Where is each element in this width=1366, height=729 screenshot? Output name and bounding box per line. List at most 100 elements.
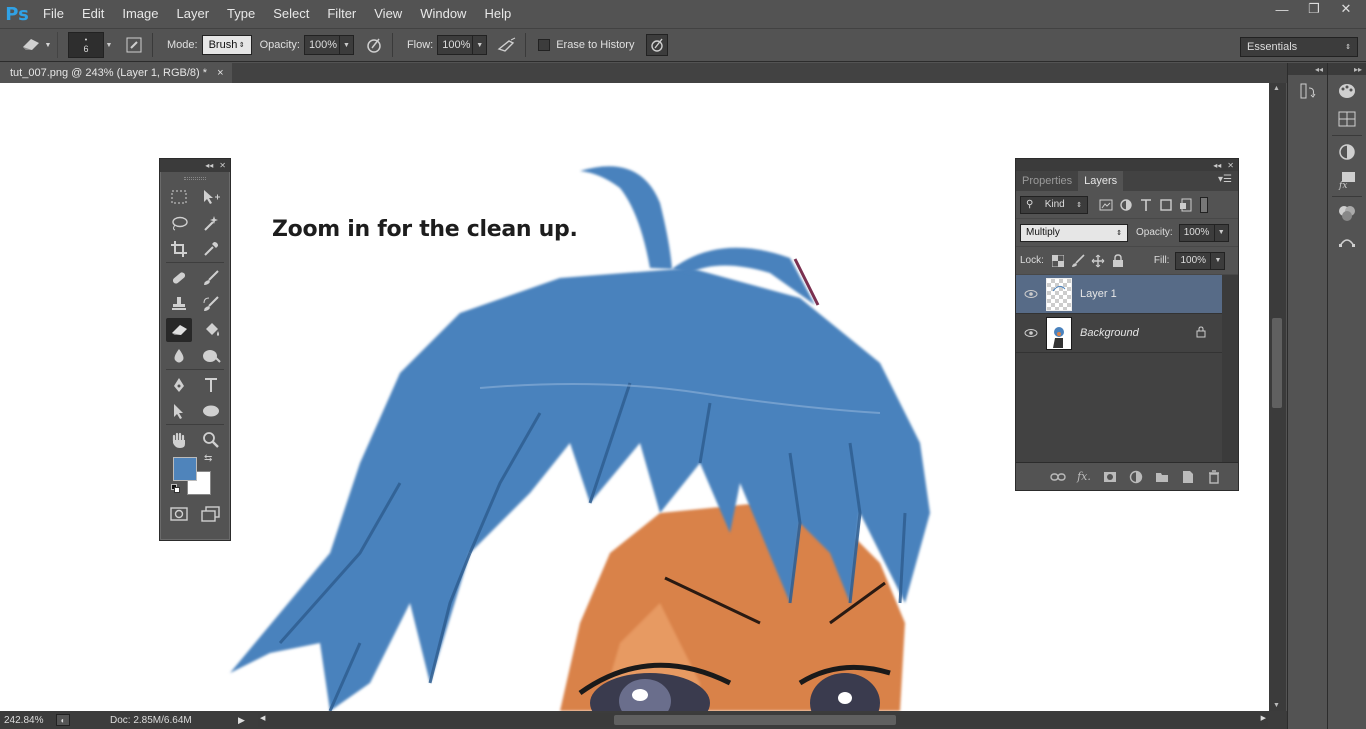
menu-edit[interactable]: Edit bbox=[73, 0, 113, 28]
panel-menu-icon[interactable]: ▾☰ bbox=[1218, 174, 1232, 185]
zoom-icon[interactable] bbox=[198, 428, 224, 452]
collapse-icon[interactable]: ◂◂ bbox=[1213, 161, 1221, 170]
history-brush-icon[interactable] bbox=[198, 292, 224, 316]
horizontal-scrollbar[interactable]: ◀ ▶ bbox=[258, 713, 1268, 727]
crop-icon[interactable] bbox=[166, 237, 192, 261]
link-layers-icon[interactable] bbox=[1050, 469, 1066, 485]
filter-type-icon[interactable] bbox=[1136, 196, 1156, 214]
layer-list-scrollbar[interactable] bbox=[1222, 275, 1238, 463]
menu-layer[interactable]: Layer bbox=[168, 0, 219, 28]
new-adjustment-layer-icon[interactable] bbox=[1128, 469, 1144, 485]
tool-preset-picker[interactable]: ▼ bbox=[14, 32, 58, 58]
filter-adjustment-icon[interactable] bbox=[1116, 196, 1136, 214]
restore-button[interactable]: ❐ bbox=[1300, 0, 1328, 18]
brush-icon[interactable] bbox=[198, 266, 224, 290]
drag-grip[interactable] bbox=[160, 172, 230, 184]
close-icon[interactable]: ✕ bbox=[1227, 161, 1234, 170]
lasso-icon[interactable] bbox=[166, 211, 192, 235]
move-icon[interactable] bbox=[198, 185, 224, 209]
flow-dropdown[interactable]: ▼ bbox=[473, 35, 488, 55]
close-tab-icon[interactable]: × bbox=[217, 67, 223, 79]
tools-panel[interactable]: ◂◂ ✕ ⇆ bbox=[159, 158, 231, 541]
brush-panel-toggle-icon[interactable] bbox=[122, 33, 146, 57]
add-mask-icon[interactable] bbox=[1102, 469, 1118, 485]
menu-help[interactable]: Help bbox=[475, 0, 520, 28]
menu-filter[interactable]: Filter bbox=[318, 0, 365, 28]
filter-shape-icon[interactable] bbox=[1156, 196, 1176, 214]
eraser-icon[interactable] bbox=[166, 318, 192, 342]
marquee-icon[interactable] bbox=[166, 185, 192, 209]
layer-opacity-dropdown[interactable]: ▼ bbox=[1214, 223, 1229, 242]
menu-type[interactable]: Type bbox=[218, 0, 264, 28]
close-button[interactable]: ✕ bbox=[1332, 0, 1360, 18]
channels-panel-icon[interactable] bbox=[1332, 201, 1362, 225]
new-group-icon[interactable] bbox=[1154, 469, 1170, 485]
eyedropper-icon[interactable] bbox=[198, 237, 224, 261]
opacity-dropdown[interactable]: ▼ bbox=[339, 35, 354, 55]
swatches-panel-icon[interactable] bbox=[1332, 107, 1362, 131]
filter-toggle-switch[interactable] bbox=[1200, 196, 1208, 213]
menu-image[interactable]: Image bbox=[113, 0, 167, 28]
dodge-icon[interactable] bbox=[198, 344, 224, 368]
paths-panel-icon[interactable] bbox=[1332, 229, 1362, 253]
ellipse-icon[interactable] bbox=[198, 399, 224, 423]
expand-dock-icon[interactable]: ◂◂ bbox=[1288, 63, 1327, 75]
screen-mode-icon[interactable] bbox=[198, 502, 224, 526]
filter-pixel-icon[interactable] bbox=[1096, 196, 1116, 214]
foreground-color-swatch[interactable] bbox=[173, 457, 197, 481]
visibility-eye-icon[interactable] bbox=[1016, 328, 1046, 338]
menu-view[interactable]: View bbox=[365, 0, 411, 28]
layer-row-background[interactable]: Background bbox=[1016, 314, 1222, 353]
new-layer-icon[interactable] bbox=[1180, 469, 1196, 485]
document-tab[interactable]: tut_007.png @ 243% (Layer 1, RGB/8) * × bbox=[0, 63, 232, 83]
collapse-icon[interactable]: ◂◂ bbox=[205, 161, 213, 170]
vertical-scroll-thumb[interactable] bbox=[1272, 318, 1282, 408]
filter-kind-select[interactable]: ⚲ Kind ⇕ bbox=[1020, 195, 1088, 214]
pen-icon[interactable] bbox=[166, 373, 192, 397]
brush-size-dropdown[interactable]: ▼ bbox=[104, 32, 114, 58]
visibility-eye-icon[interactable] bbox=[1016, 289, 1046, 299]
blend-mode-select[interactable]: Multiply ⇕ bbox=[1020, 223, 1128, 242]
pressure-size-icon[interactable] bbox=[646, 34, 669, 56]
minimize-button[interactable]: — bbox=[1268, 0, 1296, 18]
brush-size-picker[interactable]: • 6 bbox=[68, 32, 104, 58]
scroll-up-icon[interactable]: ▲ bbox=[1273, 85, 1280, 92]
add-layer-style-icon[interactable]: fx. bbox=[1076, 469, 1092, 485]
blur-icon[interactable] bbox=[166, 344, 192, 368]
menu-file[interactable]: File bbox=[34, 0, 73, 28]
lock-position-icon[interactable] bbox=[1088, 252, 1108, 270]
opacity-input[interactable]: 100% bbox=[303, 35, 340, 55]
horizontal-scroll-thumb[interactable] bbox=[614, 715, 896, 725]
default-colors-icon[interactable] bbox=[171, 484, 181, 494]
vertical-scrollbar[interactable]: ▲ ▼ bbox=[1269, 83, 1286, 711]
workspace-switcher[interactable]: Essentials ⇕ bbox=[1240, 37, 1358, 57]
layer-name[interactable]: Background bbox=[1080, 327, 1139, 339]
menu-select[interactable]: Select bbox=[264, 0, 318, 28]
path-select-icon[interactable] bbox=[166, 399, 192, 423]
delete-layer-icon[interactable] bbox=[1206, 469, 1222, 485]
menu-window[interactable]: Window bbox=[411, 0, 475, 28]
adjustments-panel-icon[interactable] bbox=[1332, 140, 1362, 164]
tools-panel-header[interactable]: ◂◂ ✕ bbox=[160, 159, 230, 172]
history-panel-icon[interactable] bbox=[1293, 79, 1323, 103]
layers-panel[interactable]: ◂◂ ✕ Properties Layers ▾☰ ⚲ Kind ⇕ Multi… bbox=[1015, 158, 1239, 491]
paint-bucket-icon[interactable] bbox=[198, 318, 224, 342]
tab-properties[interactable]: Properties bbox=[1016, 171, 1078, 191]
fill-input[interactable]: 100% bbox=[1175, 251, 1212, 270]
tab-layers[interactable]: Layers bbox=[1078, 171, 1124, 191]
styles-panel-icon[interactable]: fx bbox=[1332, 168, 1362, 192]
healing-brush-icon[interactable] bbox=[166, 266, 192, 290]
hand-icon[interactable] bbox=[166, 428, 192, 452]
scroll-right-icon[interactable]: ▶ bbox=[1261, 714, 1266, 722]
filter-smart-object-icon[interactable] bbox=[1176, 196, 1196, 214]
clone-stamp-icon[interactable] bbox=[166, 292, 192, 316]
magic-wand-icon[interactable] bbox=[198, 211, 224, 235]
swap-colors-icon[interactable]: ⇆ bbox=[204, 453, 212, 464]
lock-all-icon[interactable] bbox=[1108, 252, 1128, 270]
status-options-icon[interactable]: ◐ bbox=[56, 714, 70, 726]
mode-select[interactable]: Brush ⇕ bbox=[201, 35, 252, 55]
type-icon[interactable] bbox=[198, 373, 224, 397]
layer-name[interactable]: Layer 1 bbox=[1080, 288, 1117, 300]
zoom-level[interactable]: 242.84% bbox=[4, 715, 48, 726]
color-panel-icon[interactable] bbox=[1332, 79, 1362, 103]
